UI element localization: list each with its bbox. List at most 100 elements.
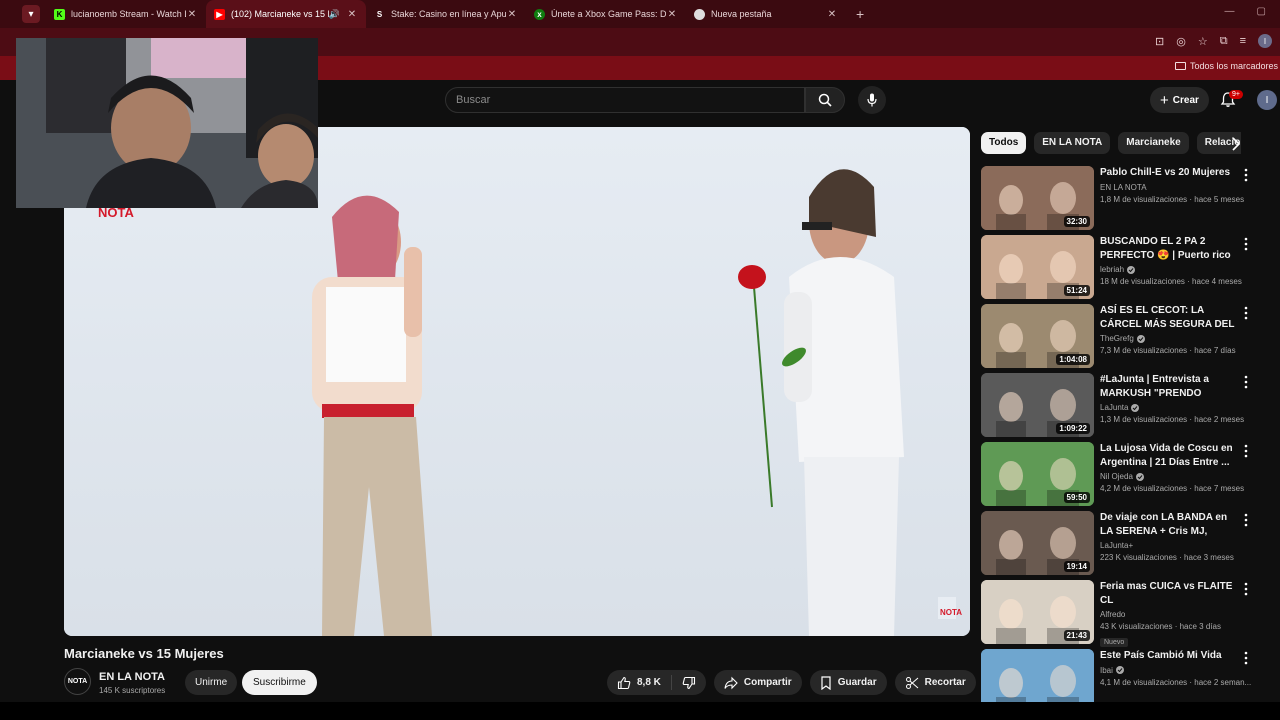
video-thumbnail[interactable]: 1:04:08 (981, 304, 1094, 368)
chip-todos[interactable]: Todos (981, 132, 1027, 154)
recommendation-title[interactable]: BUSCANDO EL 2 PA 2 PERFECTO 😍 | Puerto r… (1100, 235, 1240, 262)
dislike-button[interactable] (672, 670, 706, 695)
speaker-icon[interactable]: 🔊 (329, 9, 340, 20)
browser-tab-new[interactable]: Nueva pestaña ✕ (686, 0, 846, 28)
close-tab-icon[interactable]: ✕ (506, 9, 518, 20)
more-vertical-icon[interactable] (1243, 444, 1249, 458)
video-thumbnail[interactable]: 1:09:22 (981, 373, 1094, 437)
chip-marcianeke[interactable]: Marcianeke (1118, 132, 1189, 154)
minimize-icon[interactable]: — (1225, 6, 1235, 17)
all-bookmarks[interactable]: Todos los marcadores (1174, 61, 1278, 71)
recommendation-channel[interactable]: LaJunta (1100, 403, 1240, 412)
recommendation-meta: 4,1 M de visualizaciones · hace 2 seman.… (1100, 677, 1252, 687)
tab-title: (102) Marcianeke vs 15 Mu... (231, 9, 329, 19)
recommendation-item[interactable]: 1:04:08 ASÍ ES EL CECOT: LA CÁRCEL MÁS SE… (981, 304, 1271, 370)
recommendation-channel[interactable]: lebriah (1100, 265, 1240, 274)
video-thumbnail[interactable]: 59:50 (981, 442, 1094, 506)
media-controls-icon[interactable]: ≡ (1240, 35, 1246, 47)
recommendation-title[interactable]: Pablo Chill-E vs 20 Mujeres (1100, 166, 1240, 180)
channel-name[interactable]: EN LA NOTA (99, 671, 165, 683)
recommendation-channel[interactable]: LaJunta+ (1100, 541, 1240, 550)
youtube-icon: ▶ (214, 8, 225, 20)
recommendation-item[interactable]: 32:30 Pablo Chill-E vs 20 Mujeres EN LA NO… (981, 166, 1271, 232)
verified-icon (1115, 666, 1124, 674)
browser-tab-xbox[interactable]: x Únete a Xbox Game Pass: Desc... ✕ (526, 0, 686, 28)
chip-en-la-nota[interactable]: EN LA NOTA (1034, 132, 1111, 154)
like-button[interactable]: 8,8 K (607, 670, 671, 695)
subscribe-button[interactable]: Suscribirme (242, 670, 317, 695)
recommendation-channel[interactable]: Nil Ojeda (1100, 472, 1240, 481)
tab-title: Stake: Casino en línea y Apuest... (391, 9, 506, 19)
recommendation-meta: 1,8 M de visualizaciones · hace 5 meses (1100, 194, 1245, 204)
search-button[interactable] (805, 87, 845, 113)
recommendation-item[interactable]: 19:14 De viaje con LA BANDA en LA SERENA … (981, 511, 1271, 577)
chevron-right-icon[interactable] (1228, 136, 1244, 152)
profile-icon[interactable]: I (1258, 34, 1272, 48)
recommendation-info: BUSCANDO EL 2 PA 2 PERFECTO 😍 | Puerto r… (1100, 235, 1242, 286)
recommendation-item[interactable]: 59:50 La Lujosa Vida de Coscu en Argentin… (981, 442, 1271, 508)
star-icon[interactable]: ☆ (1198, 35, 1208, 48)
new-tab-icon[interactable]: + (856, 6, 864, 22)
extensions-icon[interactable]: ⧉ (1220, 35, 1228, 48)
recommendation-item[interactable]: 51:24 BUSCANDO EL 2 PA 2 PERFECTO 😍 | Pue… (981, 235, 1271, 301)
share-button[interactable]: Compartir (713, 670, 802, 695)
eye-off-icon[interactable]: ◎ (1176, 35, 1186, 48)
like-count: 8,8 K (637, 677, 661, 688)
channel-avatar[interactable]: NOTA (64, 668, 91, 695)
join-button[interactable]: Unirme (185, 670, 238, 695)
more-vertical-icon[interactable] (1243, 651, 1249, 665)
recommendation-item[interactable]: 1:09:22 #LaJunta | Entrevista a MARKUSH "… (981, 373, 1271, 439)
browser-tab-kick[interactable]: K lucianoemb Stream - Watch Li... ✕ (46, 0, 206, 28)
recommendation-info: #LaJunta | Entrevista a MARKUSH "PRENDO … (1100, 373, 1244, 424)
more-vertical-icon[interactable] (1243, 237, 1249, 251)
thumbs-up-icon (617, 676, 631, 689)
recommendation-title[interactable]: Feria mas CUICA vs FLAITE CL (1100, 580, 1240, 607)
video-duration: 59:50 (1063, 492, 1090, 503)
recommendation-title[interactable]: Este País Cambió Mi Vida (1100, 649, 1240, 663)
more-vertical-icon[interactable] (1243, 513, 1249, 527)
close-tab-icon[interactable]: ✕ (186, 9, 198, 20)
save-label: Guardar (837, 677, 877, 688)
more-vertical-icon[interactable] (1243, 168, 1249, 182)
close-tab-icon[interactable]: ✕ (346, 9, 358, 20)
video-thumbnail[interactable]: 51:24 (981, 235, 1094, 299)
browser-tab-stake[interactable]: S Stake: Casino en línea y Apuest... ✕ (366, 0, 526, 28)
recommendation-item[interactable]: 21:43 Feria mas CUICA vs FLAITE CL Alfredo… (981, 580, 1271, 647)
recommendation-title[interactable]: ASÍ ES EL CECOT: LA CÁRCEL MÁS SEGURA DE… (1100, 304, 1240, 331)
search-input[interactable]: Buscar (445, 87, 805, 113)
tab-title: lucianoemb Stream - Watch Li... (71, 9, 186, 19)
install-app-icon[interactable]: ⊡ (1155, 35, 1164, 48)
recommendation-channel[interactable]: Alfredo (1100, 610, 1240, 619)
more-vertical-icon[interactable] (1243, 375, 1249, 389)
more-vertical-icon[interactable] (1243, 306, 1249, 320)
tab-title: Únete a Xbox Game Pass: Desc... (551, 9, 666, 19)
recommendation-title[interactable]: De viaje con LA BANDA en LA SERENA + Cri… (1100, 511, 1240, 538)
account-avatar[interactable]: I (1257, 90, 1277, 110)
recommendation-channel[interactable]: Ibai (1100, 666, 1240, 675)
video-thumbnail[interactable]: 32:30 (981, 166, 1094, 230)
video-thumbnail[interactable]: 21:43 (981, 580, 1094, 644)
create-button[interactable]: + Crear (1150, 87, 1209, 113)
video-thumbnail[interactable]: 19:14 (981, 511, 1094, 575)
video-duration: 1:04:08 (1056, 354, 1090, 365)
notification-badge: 9+ (1229, 90, 1243, 99)
recommendation-title[interactable]: #LaJunta | Entrevista a MARKUSH "PRENDO … (1100, 373, 1240, 400)
plus-icon: + (1160, 91, 1169, 109)
all-bookmarks-label: Todos los marcadores (1189, 61, 1278, 71)
more-vertical-icon[interactable] (1243, 582, 1249, 596)
close-tab-icon[interactable]: ✕ (666, 9, 678, 20)
recommendation-channel[interactable]: TheGrefg (1100, 334, 1240, 343)
tab-search-icon[interactable]: ▾ (22, 5, 40, 23)
left-edge (0, 122, 18, 702)
clip-button[interactable]: Recortar (894, 670, 976, 695)
recommendation-channel[interactable]: EN LA NOTA (1100, 183, 1240, 192)
voice-search-button[interactable] (858, 86, 886, 114)
channel-label: LaJunta (1100, 403, 1129, 412)
browser-tab-youtube[interactable]: ▶ (102) Marcianeke vs 15 Mu... 🔊 ✕ (206, 0, 366, 28)
close-tab-icon[interactable]: ✕ (826, 9, 838, 20)
recommendation-title[interactable]: La Lujosa Vida de Coscu en Argentina | 2… (1100, 442, 1240, 469)
restore-icon[interactable]: ▢ (1257, 6, 1266, 17)
save-button[interactable]: Guardar (809, 670, 887, 695)
share-label: Compartir (743, 677, 792, 688)
like-dislike-group: 8,8 K (607, 670, 706, 695)
